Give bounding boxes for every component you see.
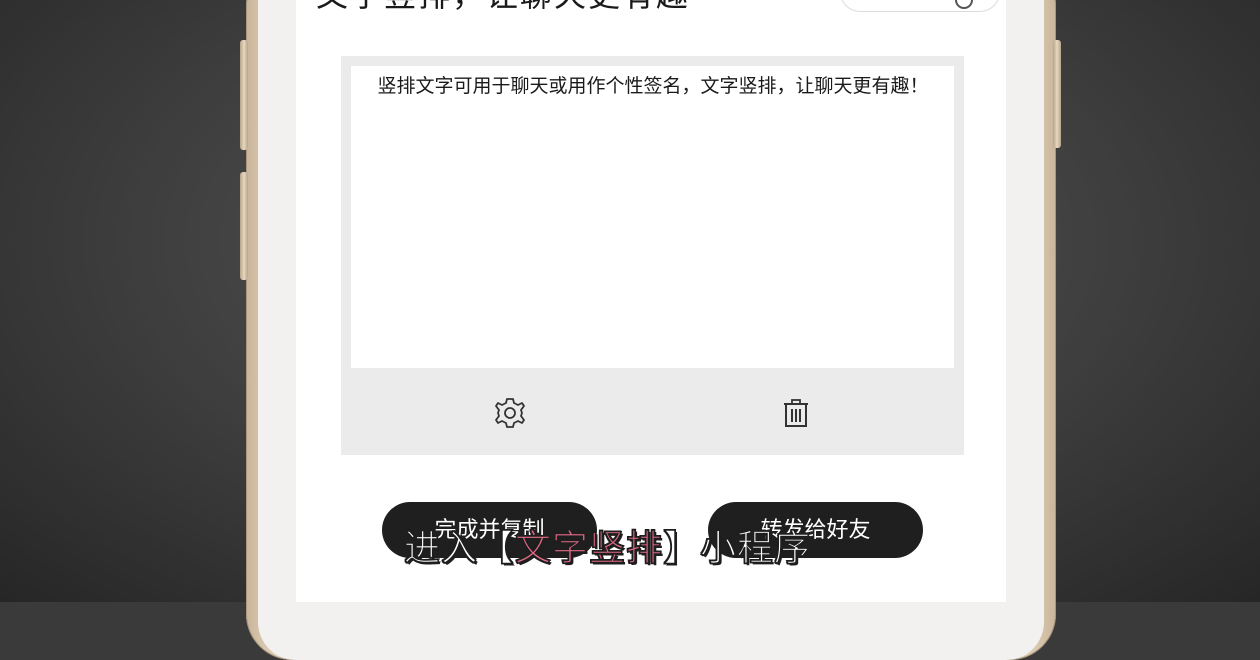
editor-text[interactable]: 竖排文字可用于聊天或用作个性签名，文字竖排，让聊天更有趣！ — [362, 74, 944, 98]
mini-program-capsule[interactable] — [840, 0, 1000, 12]
phone-side-button-left-1 — [240, 40, 248, 150]
text-input-area[interactable] — [351, 66, 954, 368]
trash-icon[interactable] — [778, 395, 814, 431]
gear-icon[interactable] — [492, 395, 528, 431]
phone-side-button-left-2 — [240, 172, 248, 280]
caption-prefix: 进入【 — [403, 527, 516, 570]
video-caption: 进入【文字竖排】小程序 — [403, 523, 812, 575]
caption-highlight: 文字竖排 — [514, 527, 664, 570]
page-title: 文字竖排，让聊天更有趣 — [316, 0, 690, 16]
caption-suffix: 】小程序 — [662, 527, 812, 570]
phone-side-button-right — [1053, 40, 1061, 148]
